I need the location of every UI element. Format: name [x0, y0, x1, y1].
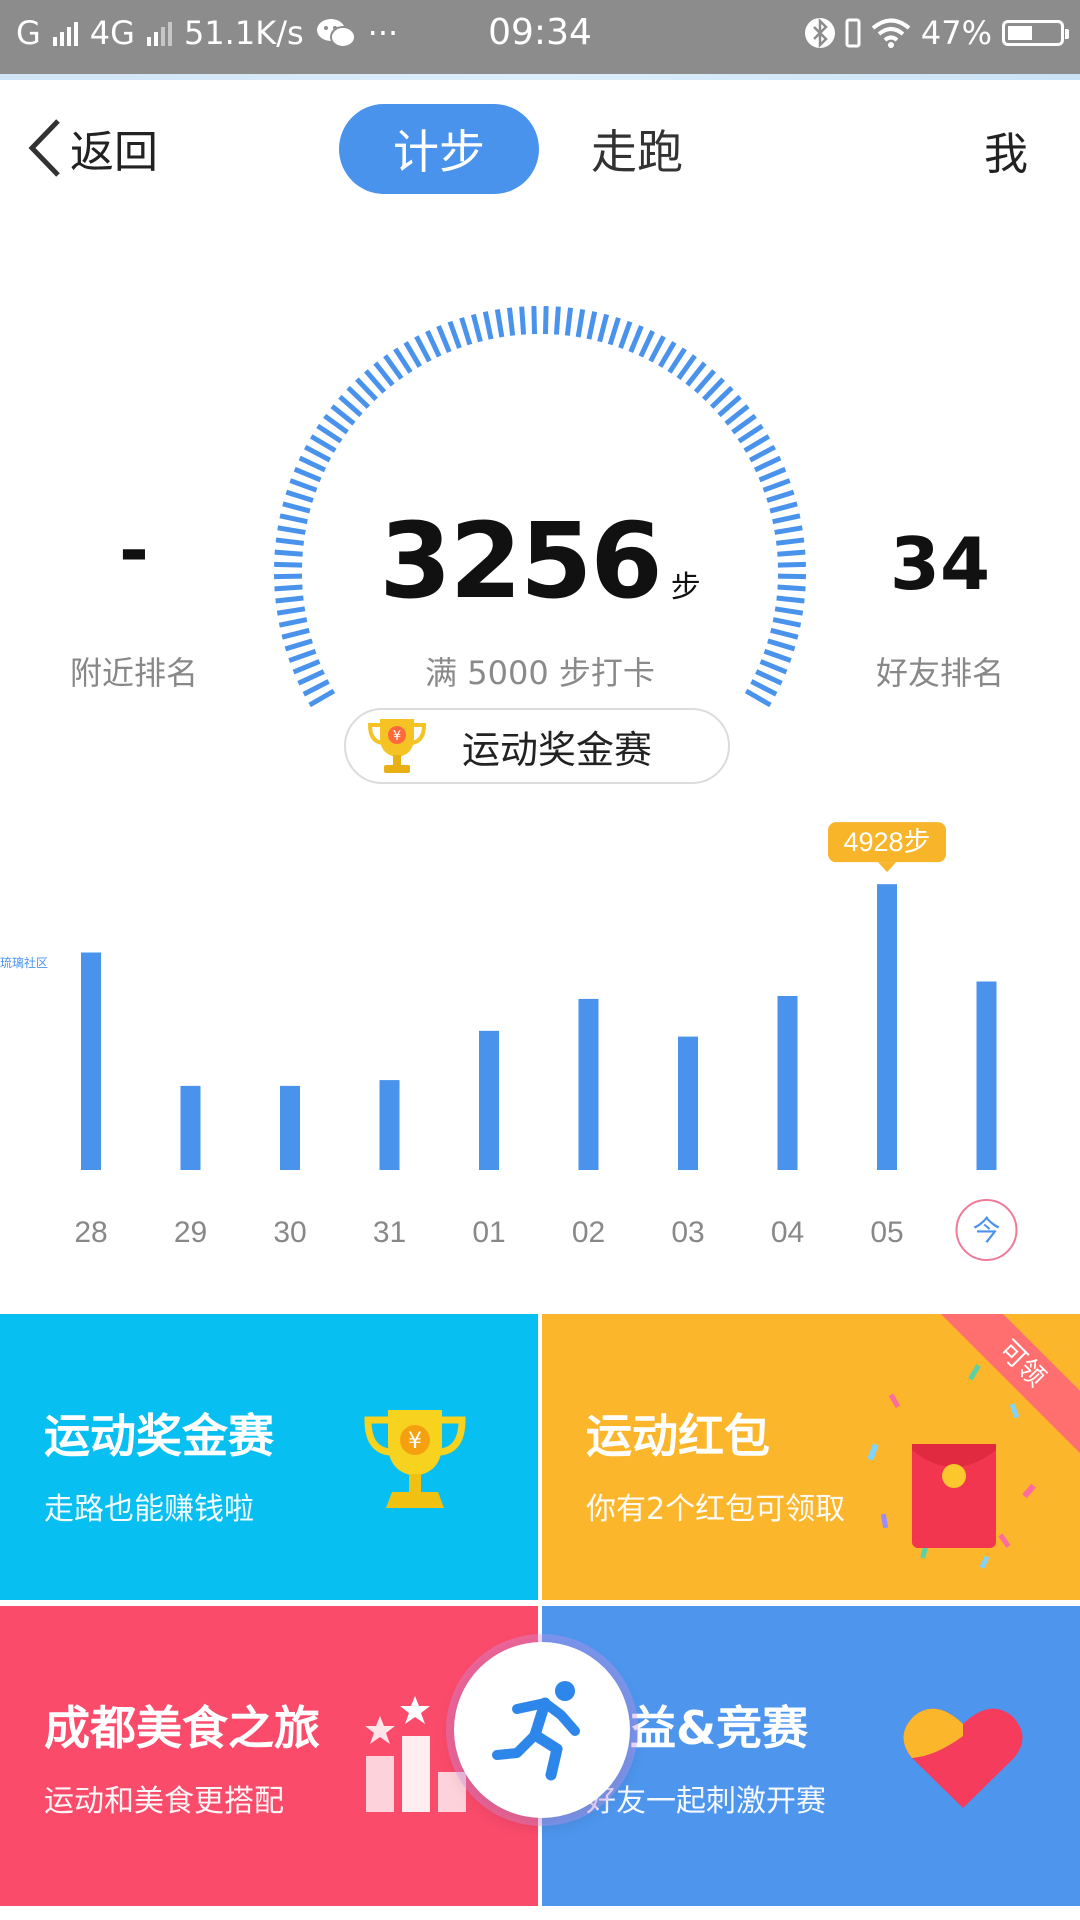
back-button[interactable]: 返回: [24, 116, 158, 180]
gauge-tick: [628, 325, 644, 353]
card-red-envelope[interactable]: 运动红包 你有2个红包可领取 可领: [542, 1314, 1080, 1600]
vibrate-icon: [845, 18, 861, 48]
chart-bar[interactable]: [379, 1080, 400, 1170]
friend-rank-value[interactable]: 34: [840, 522, 1040, 606]
status-bar: G 4G 51.1K/s ··· 09:34 47%: [0, 0, 1080, 80]
gauge-tick: [753, 455, 782, 473]
battery-percent: 47%: [920, 14, 992, 52]
x-tick-label: 28: [74, 1216, 107, 1249]
top-nav: 返回 计步 走跑 我: [0, 80, 1080, 220]
bonus-contest-label: 运动奖金赛: [462, 727, 653, 772]
chart-bar[interactable]: [976, 981, 997, 1171]
chart-bar[interactable]: [280, 1085, 300, 1170]
friend-rank-label[interactable]: 好友排名: [830, 648, 1050, 694]
gauge-tick: [309, 434, 337, 453]
gauge-tick: [298, 455, 327, 473]
gauge-tick: [553, 306, 561, 335]
step-unit: 步: [670, 570, 701, 605]
gauge-tick: [743, 434, 771, 453]
chart-bar[interactable]: [578, 998, 599, 1170]
trophy-icon: ¥: [367, 719, 427, 773]
x-tick-label: 01: [472, 1216, 505, 1249]
gauge-tick: [607, 317, 621, 346]
gauge-tick: [770, 627, 799, 640]
x-tick-label: 31: [373, 1216, 406, 1249]
status-right: 47%: [804, 14, 1069, 52]
gauge-tick: [648, 335, 666, 363]
battery-icon: [1002, 20, 1069, 46]
gauge-tick: [281, 627, 310, 640]
gauge-tick: [289, 478, 318, 493]
gauge-tick: [531, 306, 538, 335]
svg-text:¥: ¥: [408, 1429, 422, 1454]
gauge-tick: [618, 320, 633, 349]
svg-text:¥: ¥: [393, 729, 401, 744]
gauge-tick: [758, 466, 787, 483]
card-title: 益&竞赛: [630, 1701, 809, 1755]
daily-steps-chart: 28 29 30 31 01 02 03 04 05 4928步今: [0, 820, 1080, 1280]
x-tick-label: 03: [671, 1216, 704, 1249]
gauge-tick: [597, 313, 610, 343]
gauge-tick: [762, 478, 791, 493]
x-tick-label: 05: [870, 1216, 903, 1249]
gauge-tick: [658, 341, 677, 368]
chart-bar[interactable]: [479, 1030, 499, 1170]
wifi-icon: [871, 18, 911, 48]
runner-icon: [492, 1681, 580, 1781]
chevron-left-icon: [28, 119, 60, 177]
card-subtitle: 好友一起刺激开赛: [586, 1784, 826, 1819]
x-tick-label: 04: [771, 1216, 804, 1249]
card-title: 运动奖金赛: [44, 1409, 274, 1463]
chart-bar[interactable]: [678, 1036, 698, 1170]
chart-bar[interactable]: [81, 952, 101, 1171]
start-run-button[interactable]: [454, 1642, 630, 1818]
chart-bar[interactable]: [777, 996, 798, 1170]
chart-bar[interactable]: [877, 884, 897, 1170]
gauge-tick: [748, 444, 776, 463]
gauge-tick: [414, 335, 432, 363]
x-tick-label: 29: [174, 1216, 207, 1249]
mode-tabs: 计步 走跑: [339, 104, 683, 194]
gauge-tick: [519, 306, 527, 335]
x-tick-label: 今: [972, 1215, 1000, 1246]
gauge-tick: [482, 311, 494, 340]
bonus-contest-button[interactable]: ¥ 运动奖金赛: [344, 708, 730, 784]
x-tick-label: 02: [572, 1216, 605, 1249]
gauge-tick: [542, 306, 549, 335]
podium-icon: [365, 1696, 466, 1812]
card-title: 成都美食之旅: [44, 1701, 320, 1755]
gauge-tick: [494, 309, 505, 338]
gauge-tick: [447, 320, 462, 349]
chart-bar[interactable]: [180, 1085, 201, 1170]
tab-walk-run[interactable]: 走跑: [591, 116, 683, 182]
card-subtitle: 运动和美食更搭配: [44, 1784, 284, 1819]
back-label: 返回: [70, 127, 158, 178]
me-button[interactable]: 我: [984, 118, 1028, 182]
highlight-tooltip: 4928步: [828, 822, 946, 873]
gauge-tick: [436, 325, 452, 353]
gauge-tick: [403, 341, 422, 368]
card-title: 运动红包: [586, 1409, 770, 1463]
card-bonus-contest[interactable]: 运动奖金赛 走路也能赚钱啦 ¥: [0, 1314, 538, 1600]
trophy-icon: ¥: [364, 1410, 466, 1508]
gauge-tick: [459, 317, 473, 346]
tab-step-count[interactable]: 计步: [339, 104, 539, 194]
highlight-label: 4928步: [843, 827, 930, 857]
card-subtitle: 走路也能赚钱啦: [44, 1492, 254, 1527]
gauge-tick: [564, 307, 574, 336]
x-tick-label: 30: [273, 1216, 306, 1249]
gauge-tick: [425, 329, 442, 358]
gauge-tick: [586, 311, 598, 340]
gauge-tick: [575, 309, 586, 338]
heart-icon: [903, 1708, 1023, 1808]
gauge-tick: [293, 466, 322, 483]
card-subtitle: 你有2个红包可领取: [586, 1492, 846, 1527]
gauge-tick: [506, 307, 516, 336]
gauge-tick: [638, 329, 655, 358]
gauge-tick: [470, 313, 483, 343]
step-count-value: 3256: [379, 500, 662, 622]
red-envelope-icon: [867, 1364, 1036, 1569]
bluetooth-icon: [804, 17, 835, 49]
gauge-tick: [304, 444, 332, 463]
